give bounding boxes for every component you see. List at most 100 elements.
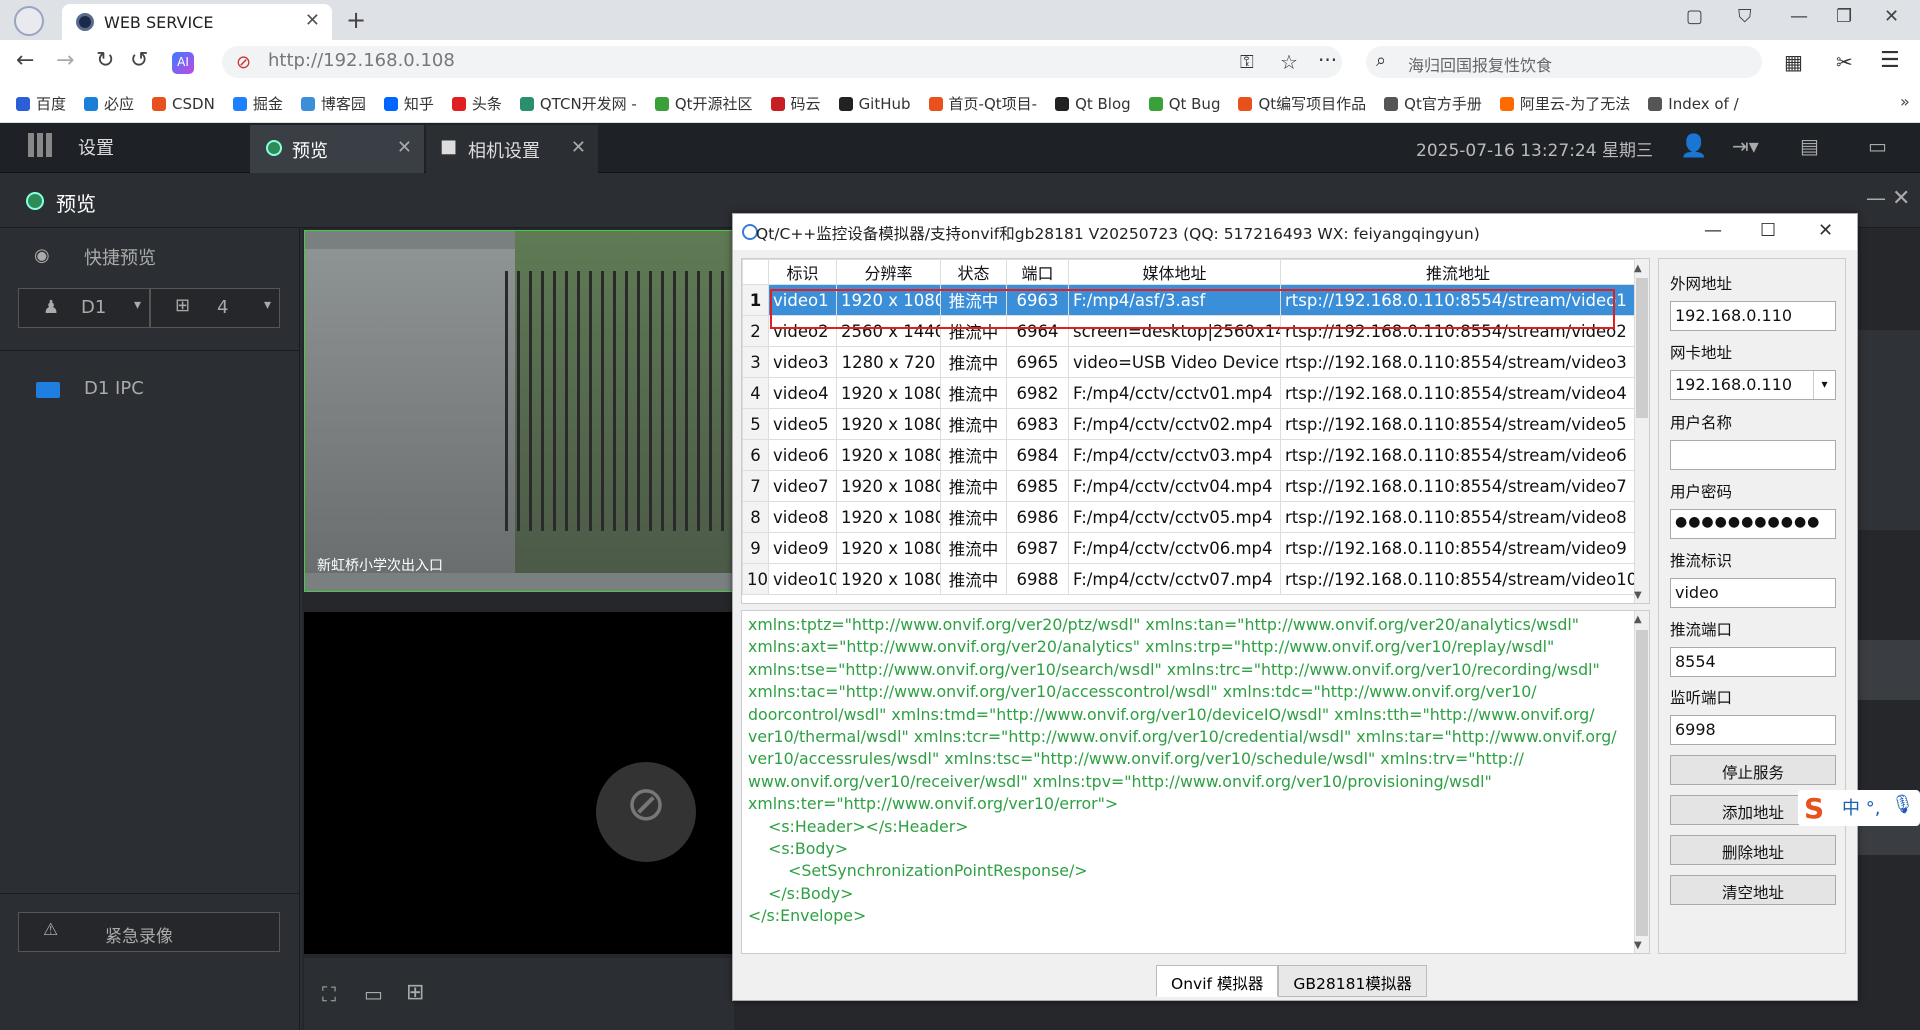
tab-preview[interactable]: 预览 ✕ [250,125,424,173]
bookmark-item[interactable]: 必应 [84,93,134,114]
layout-icon[interactable]: ▤ [1800,134,1819,158]
bookmark-item[interactable]: Index of / [1648,95,1738,113]
stream-port-input[interactable]: 8554 [1670,647,1836,677]
address-bar[interactable]: http://192.168.0.108 [222,46,1342,78]
tab-camera-settings[interactable]: ■ 相机设置 ✕ [426,125,598,173]
mic-icon[interactable]: 🎙 [1891,794,1914,815]
undo-icon[interactable]: ↺ [130,48,148,73]
forward-icon[interactable]: → [56,48,74,73]
bookmark-item[interactable]: 阿里云-为了无法 [1500,93,1630,114]
scroll-up-icon[interactable]: ▲ [1634,263,1642,274]
grid-count-select[interactable]: 4 ⊞ ▾ [150,288,280,328]
logout-icon[interactable]: ⇥▾ [1732,134,1759,158]
table-row[interactable]: 6video61920 x 1080推流中6984F:/mp4/cctv/cct… [743,440,1636,471]
shirt-icon[interactable]: ⛉ [1738,6,1752,27]
wan-input[interactable]: 192.168.0.110 [1670,301,1836,331]
maximize-icon[interactable]: ☐ [1760,220,1776,241]
video-tile-1[interactable]: 新虹桥小学次出入口 [304,230,734,592]
bookmark-item[interactable]: Qt开源社区 [655,93,753,114]
stop-service-button[interactable]: 停止服务 [1670,755,1836,785]
emergency-record-button[interactable]: ⚠ 紧急录像 [18,912,280,952]
close-panel-icon[interactable]: ✕ [1892,186,1910,211]
tab-gb28181[interactable]: GB28181模拟器 [1278,965,1426,997]
fullscreen-icon[interactable]: ⛶ [322,982,336,1006]
close-icon[interactable]: ✕ [1818,220,1833,241]
scroll-thumb[interactable] [1636,278,1648,418]
scroll-down-icon[interactable]: ▼ [1634,590,1642,601]
bookmark-item[interactable]: 博客园 [301,93,366,114]
bookmarks-more-icon[interactable]: » [1900,92,1910,111]
bookmark-item[interactable]: QTCN开发网 - [520,93,637,114]
clear-address-button[interactable]: 清空地址 [1670,875,1836,905]
bookmark-item[interactable]: CSDN [152,95,215,113]
browser-logo-icon[interactable] [14,6,44,36]
scroll-up-icon[interactable]: ▲ [1634,614,1642,625]
close-icon[interactable]: ✕ [571,137,586,158]
scissors-icon[interactable]: ✂ [1836,50,1853,74]
column-header[interactable]: 端口 [1007,260,1069,285]
video-tile-2[interactable]: ⊘ [304,612,734,954]
bookmark-item[interactable]: Qt编写项目作品 [1238,93,1366,114]
insecure-icon[interactable]: ⊘ [236,52,251,73]
tab-close-icon[interactable]: ✕ [305,10,320,31]
ime-toolbar[interactable]: S 中 °, 🎙 [1798,790,1920,826]
bookmark-item[interactable]: 掘金 [233,93,283,114]
pwd-input[interactable]: ●●●●●●●●●●● [1670,509,1836,539]
table-row[interactable]: 10video101920 x 1080推流中6988F:/mp4/cctv/c… [743,564,1636,595]
single-view-icon[interactable]: ▭ [364,982,383,1006]
column-header[interactable]: 标识 [769,260,837,285]
bookmark-item[interactable]: Qt Blog [1055,95,1131,113]
table-row[interactable]: 3video31280 x 720推流中6965video=USB Video … [743,347,1636,378]
bookmark-item[interactable]: 码云 [771,93,821,114]
minimize-icon[interactable]: — [1704,220,1722,241]
column-header[interactable]: 推流地址 [1281,260,1636,285]
d1-select[interactable]: D1 ♟ ▾ [18,288,150,328]
column-header[interactable]: 媒体地址 [1069,260,1281,285]
table-row[interactable]: 4video41920 x 1080推流中6982F:/mp4/cctv/cct… [743,378,1636,409]
tab-count-icon[interactable]: ▢ [1686,6,1703,27]
bookmark-item[interactable]: 首页-Qt项目- [929,93,1038,114]
tab-onvif[interactable]: Onvif 模拟器 [1156,965,1278,997]
stream-id-input[interactable]: video [1670,578,1836,608]
bookmark-item[interactable]: Qt官方手册 [1384,93,1482,114]
bookmark-item[interactable]: 百度 [16,93,66,114]
bookmark-item[interactable]: GitHub [839,95,911,113]
menu-icon[interactable]: ☰ [1880,48,1900,73]
new-tab-icon[interactable]: + [346,6,366,34]
quad-view-icon[interactable]: ⊞ [406,980,424,1005]
back-icon[interactable]: ← [16,48,34,73]
table-row[interactable]: 8video81920 x 1080推流中6986F:/mp4/cctv/cct… [743,502,1636,533]
bookmark-item[interactable]: 头条 [452,93,502,114]
delete-address-button[interactable]: 删除地址 [1670,835,1836,865]
xml-log[interactable]: xmlns:tptz="http://www.onvif.org/ver20/p… [741,610,1650,954]
table-row[interactable]: 9video91920 x 1080推流中6987F:/mp4/cctv/cct… [743,533,1636,564]
browser-tab[interactable]: WEB SERVICE ✕ [62,4,332,40]
more-icon[interactable]: ··· [1318,48,1337,72]
restore-icon[interactable]: ❐ [1836,6,1852,27]
bookmark-item[interactable]: Qt Bug [1149,95,1221,113]
table-row[interactable]: 5video51920 x 1080推流中6983F:/mp4/cctv/cct… [743,409,1636,440]
settings-tab[interactable]: 设置 [78,134,114,160]
device-item[interactable]: D1 IPC [84,378,144,399]
listen-port-input[interactable]: 6998 [1670,715,1836,745]
close-window-icon[interactable]: ✕ [1884,6,1899,27]
scroll-down-icon[interactable]: ▼ [1634,940,1642,951]
minimize-icon[interactable]: — [1790,6,1808,27]
column-header[interactable]: 分辨率 [837,260,941,285]
column-header[interactable]: 状态 [941,260,1007,285]
key-icon[interactable]: ⚿ [1240,52,1254,73]
table-row[interactable]: 7video71920 x 1080推流中6985F:/mp4/cctv/cct… [743,471,1636,502]
reload-icon[interactable]: ↻ [96,48,114,73]
ai-icon[interactable]: AI [172,52,194,74]
star-icon[interactable]: ☆ [1280,50,1298,74]
apps-icon[interactable]: ▦ [1784,50,1803,74]
scroll-thumb[interactable] [1636,630,1648,936]
nic-select[interactable]: 192.168.0.110▾ [1670,370,1836,400]
user-icon[interactable]: 👤 [1680,134,1707,159]
bookmark-item[interactable]: 知乎 [384,93,434,114]
search-box[interactable]: 海归回国报复性饮食 [1366,46,1762,78]
close-icon[interactable]: ✕ [397,137,412,158]
monitor-icon[interactable]: ▭ [1868,134,1887,158]
user-input[interactable] [1670,440,1836,470]
minimize-panel-icon[interactable]: — [1866,186,1886,210]
